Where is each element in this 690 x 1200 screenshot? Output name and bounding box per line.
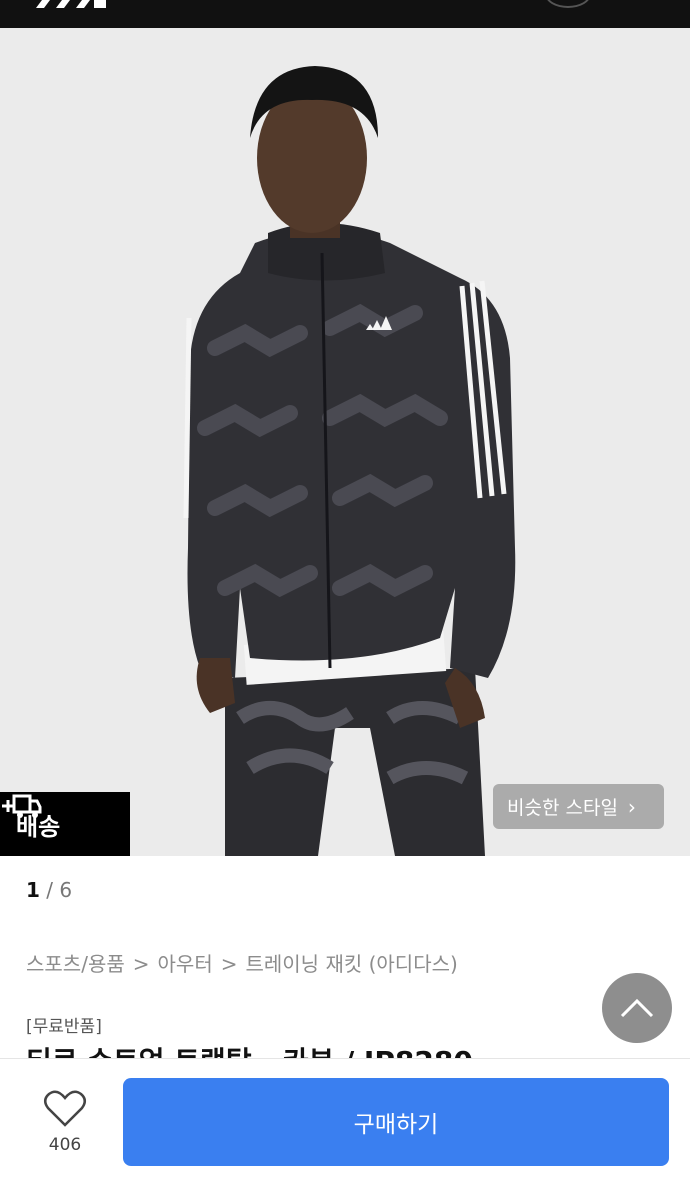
circle-icon[interactable] bbox=[545, 0, 591, 8]
breadcrumb-item[interactable]: 스포츠/용품 bbox=[26, 952, 125, 976]
fast-delivery-truck-icon bbox=[2, 794, 42, 818]
product-photo-model-jacket bbox=[0, 28, 690, 856]
adidas-logo-icon[interactable] bbox=[36, 0, 106, 8]
product-title-container: 티로 수트업 트랙탑 - 카본 / JP8280 bbox=[26, 1036, 666, 1058]
bottom-action-bar: 406 구매하기 bbox=[0, 1058, 690, 1200]
heart-icon bbox=[44, 1090, 86, 1127]
buy-button[interactable]: 구매하기 bbox=[123, 1078, 669, 1166]
pager-total: 6 bbox=[59, 878, 73, 902]
free-return-tag: [무료반품] bbox=[26, 1017, 102, 1037]
breadcrumb-separator: > bbox=[220, 952, 238, 976]
delivery-badge: 배송 bbox=[0, 792, 130, 856]
breadcrumb-item[interactable]: 아우터 bbox=[158, 952, 213, 976]
like-count: 406 bbox=[48, 1135, 82, 1155]
breadcrumb-item[interactable]: 트레이닝 재킷 (아디다스) bbox=[245, 952, 457, 976]
chevron-up-icon bbox=[620, 998, 654, 1018]
product-image[interactable]: 배송 비슷한 스타일 › bbox=[0, 28, 690, 856]
chevron-right-icon: › bbox=[627, 794, 636, 819]
scroll-top-button[interactable] bbox=[602, 973, 672, 1043]
breadcrumb-separator: > bbox=[132, 952, 150, 976]
app-header bbox=[0, 0, 690, 28]
product-title: 티로 수트업 트랙탑 - 카본 / JP8280 bbox=[26, 1040, 666, 1058]
image-pager: 1 / 6 bbox=[26, 878, 72, 902]
similar-style-label: 비슷한 스타일 bbox=[507, 797, 618, 819]
pager-separator: / bbox=[39, 878, 60, 902]
pager-current: 1 bbox=[26, 878, 40, 902]
similar-style-button[interactable]: 비슷한 스타일 › bbox=[493, 784, 664, 829]
like-button[interactable]: 406 bbox=[40, 1089, 90, 1155]
breadcrumb: 스포츠/용품 > 아우터 > 트레이닝 재킷 (아디다스) bbox=[26, 948, 458, 977]
